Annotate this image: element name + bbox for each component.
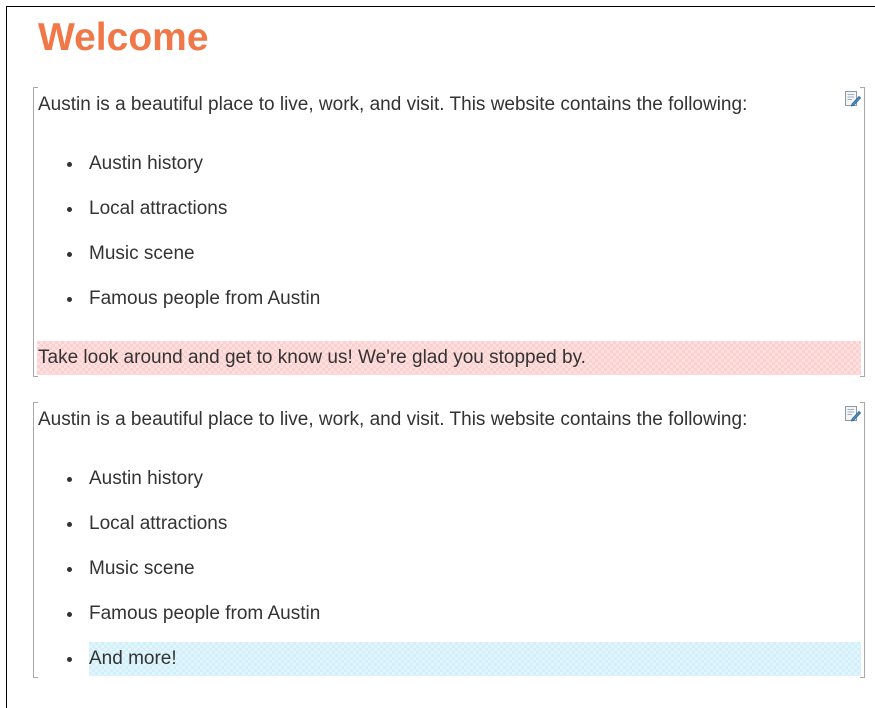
list-item-text: Famous people from Austin bbox=[89, 288, 321, 309]
list-item-text: Music scene bbox=[89, 243, 195, 264]
bullet bbox=[67, 162, 72, 167]
list-item: Famous people from Austin bbox=[33, 286, 865, 331]
list-item-text: Local attractions bbox=[89, 513, 228, 534]
list-item-text: Austin history bbox=[89, 468, 204, 489]
list-item: Famous people from Austin bbox=[33, 601, 865, 646]
content-block-1[interactable]: Austin is a beautiful place to live, wor… bbox=[33, 87, 865, 377]
feature-list: Austin history Local attractions Music s… bbox=[33, 151, 865, 331]
feature-list: Austin history Local attractions Music s… bbox=[33, 466, 865, 691]
list-item: Local attractions bbox=[33, 511, 865, 556]
intro-paragraph: Austin is a beautiful place to live, wor… bbox=[38, 409, 748, 430]
list-item-highlighted: And more! bbox=[33, 642, 865, 691]
page-title: Welcome bbox=[38, 16, 209, 59]
bullet bbox=[67, 477, 72, 482]
list-item-text: And more! bbox=[89, 642, 861, 676]
bullet bbox=[67, 612, 72, 617]
edit-page-icon[interactable] bbox=[844, 90, 861, 107]
bullet bbox=[67, 297, 72, 302]
list-item-text: Music scene bbox=[89, 558, 195, 579]
list-item: Local attractions bbox=[33, 196, 865, 241]
closing-paragraph-highlighted: Take look around and get to know us! We'… bbox=[37, 341, 861, 375]
list-item: Austin history bbox=[33, 151, 865, 196]
intro-paragraph: Austin is a beautiful place to live, wor… bbox=[38, 94, 748, 115]
list-item-text: Austin history bbox=[89, 153, 204, 174]
bullet bbox=[67, 522, 72, 527]
list-item: Austin history bbox=[33, 466, 865, 511]
bullet bbox=[67, 657, 72, 662]
bullet bbox=[67, 207, 72, 212]
edit-page-icon[interactable] bbox=[844, 405, 861, 422]
list-item: Music scene bbox=[33, 556, 865, 601]
list-item-text: Famous people from Austin bbox=[89, 603, 321, 624]
bullet bbox=[67, 567, 72, 572]
bullet bbox=[67, 252, 72, 257]
content-block-2[interactable]: Austin is a beautiful place to live, wor… bbox=[33, 402, 865, 678]
list-item: Music scene bbox=[33, 241, 865, 286]
list-item-text: Local attractions bbox=[89, 198, 228, 219]
